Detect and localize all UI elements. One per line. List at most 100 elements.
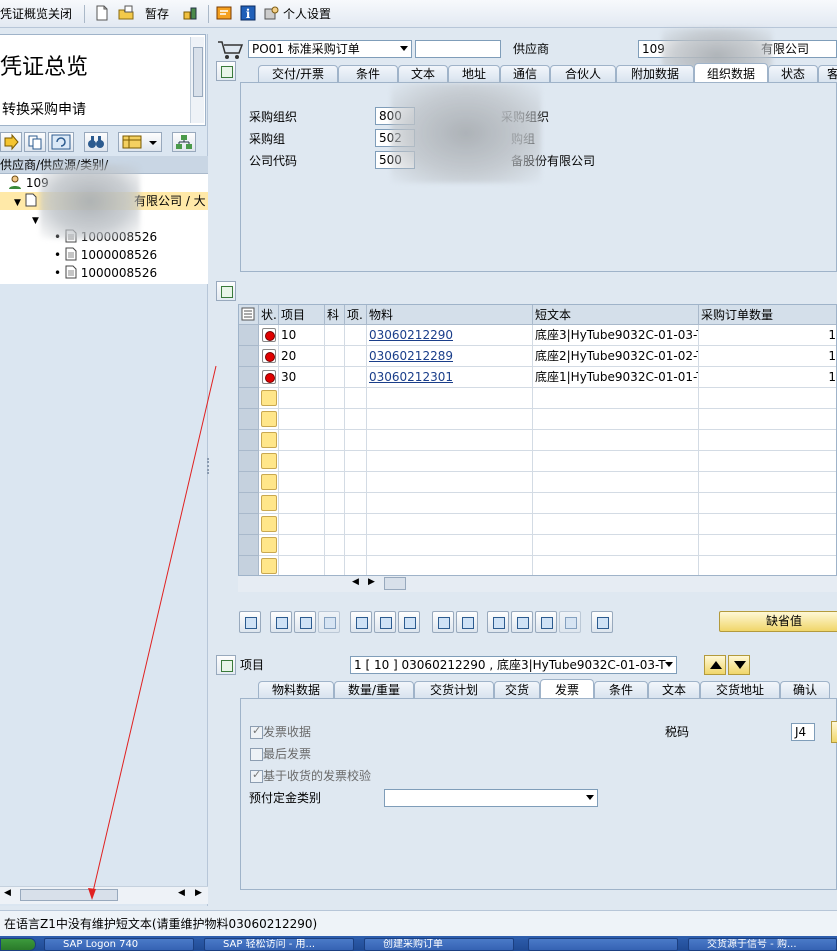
row-selector[interactable] <box>239 556 259 575</box>
overview-horizontal-scrollbar[interactable]: ◀ ◀ ▶ <box>0 886 208 904</box>
cat-cell[interactable] <box>345 388 367 409</box>
filter-delete-button[interactable] <box>559 611 581 633</box>
item-cell[interactable] <box>279 388 325 409</box>
sort-asc-button[interactable] <box>487 611 509 633</box>
cat-cell[interactable] <box>345 493 367 514</box>
qty-cell[interactable]: 1 <box>699 325 836 346</box>
col-header-material[interactable]: 物料 <box>367 305 533 325</box>
grid-horizontal-scrollbar[interactable]: ◀ ▶ <box>238 576 837 592</box>
scroll-left-icon[interactable]: ◀ <box>352 577 359 587</box>
short-text-cell[interactable] <box>533 556 699 575</box>
lock-button[interactable] <box>374 611 396 633</box>
select-all-button[interactable] <box>270 611 292 633</box>
status-cell[interactable] <box>259 451 279 472</box>
material-cell[interactable]: 03060212289 <box>367 346 533 367</box>
tax-code-input[interactable]: J4 <box>791 723 815 741</box>
acct-cell[interactable] <box>325 388 345 409</box>
grid-select-all[interactable] <box>239 305 259 325</box>
tab-customer[interactable]: 客 <box>818 65 837 83</box>
item-cell[interactable] <box>279 451 325 472</box>
material-cell[interactable] <box>367 409 533 430</box>
status-cell[interactable] <box>259 346 279 367</box>
tree-node-category[interactable]: ▼ <box>32 210 39 228</box>
cat-cell[interactable] <box>345 472 367 493</box>
item-cell[interactable] <box>279 556 325 575</box>
layout-dropdown-button[interactable] <box>118 132 162 152</box>
material-cell[interactable]: 03060212301 <box>367 367 533 388</box>
row-selector[interactable] <box>239 388 259 409</box>
item-cell[interactable]: 30 <box>279 367 325 388</box>
item-select[interactable]: 1 [ 10 ] 03060212290 , 底座3|HyTube9032C-0… <box>350 656 677 674</box>
final-invoice-checkbox[interactable] <box>250 748 263 761</box>
expand-item-detail-button[interactable] <box>216 655 236 675</box>
new-document-icon[interactable] <box>94 5 110 21</box>
short-text-cell[interactable] <box>533 451 699 472</box>
next-item-button[interactable] <box>728 655 750 675</box>
hold-button[interactable]: 暂存 <box>145 5 169 23</box>
acct-cell[interactable] <box>325 556 345 575</box>
row-selector[interactable] <box>239 346 259 367</box>
acct-cell[interactable] <box>325 346 345 367</box>
acct-cell[interactable] <box>325 472 345 493</box>
status-cell[interactable] <box>259 409 279 430</box>
qty-cell[interactable] <box>699 535 836 556</box>
item-cell[interactable] <box>279 472 325 493</box>
tab-confirmations[interactable]: 确认 <box>780 681 830 699</box>
acct-cell[interactable] <box>325 430 345 451</box>
default-values-button[interactable]: 缺省值 <box>719 611 837 632</box>
deselect-button[interactable] <box>318 611 340 633</box>
select-layout-button[interactable] <box>0 132 22 152</box>
acct-cell[interactable] <box>325 325 345 346</box>
status-cell[interactable] <box>259 388 279 409</box>
other-document-icon[interactable] <box>182 5 198 21</box>
task-create-po[interactable]: 创建采购订单 <box>364 938 514 951</box>
row-selector[interactable] <box>239 367 259 388</box>
tab-communication[interactable]: 通信 <box>500 65 550 83</box>
acct-cell[interactable] <box>325 451 345 472</box>
acct-cell[interactable] <box>325 367 345 388</box>
cat-cell[interactable] <box>345 451 367 472</box>
doc-type-select[interactable]: PO01 标准采购订单 <box>248 40 412 58</box>
paste-item-button[interactable] <box>456 611 478 633</box>
item-cell[interactable]: 20 <box>279 346 325 367</box>
row-selector[interactable] <box>239 535 259 556</box>
status-cell[interactable] <box>259 493 279 514</box>
acct-cell[interactable] <box>325 514 345 535</box>
material-cell[interactable] <box>367 556 533 575</box>
item-cell[interactable] <box>279 493 325 514</box>
scroll-right-icon[interactable]: ▶ <box>195 888 202 898</box>
scroll-thumb[interactable] <box>193 47 203 97</box>
col-header-qty[interactable]: 采购订单数量 <box>699 305 836 325</box>
col-header-item[interactable]: 项目 <box>279 305 325 325</box>
previous-item-button[interactable] <box>704 655 726 675</box>
material-cell[interactable] <box>367 535 533 556</box>
item-cell[interactable] <box>279 535 325 556</box>
copy-button[interactable] <box>24 132 46 152</box>
personal-settings-icon[interactable] <box>264 5 280 21</box>
collapse-arrow-icon[interactable]: ▼ <box>14 198 21 208</box>
tab-texts[interactable]: 文本 <box>398 65 448 83</box>
start-button[interactable] <box>0 938 36 951</box>
task-unknown[interactable] <box>528 938 678 951</box>
copy-item-button[interactable] <box>432 611 454 633</box>
qty-cell[interactable] <box>699 451 836 472</box>
filter-button[interactable] <box>535 611 557 633</box>
acct-cell[interactable] <box>325 409 345 430</box>
cat-cell[interactable] <box>345 556 367 575</box>
material-cell[interactable] <box>367 430 533 451</box>
short-text-cell[interactable] <box>533 535 699 556</box>
tree-node-vendor-name[interactable]: ▼ 有限公司 / 大 <box>14 192 206 210</box>
inv-receipt-checkbox[interactable] <box>250 724 263 739</box>
tab-org-data[interactable]: 组织数据 <box>694 63 768 83</box>
short-text-cell[interactable] <box>533 409 699 430</box>
status-cell[interactable] <box>259 535 279 556</box>
status-cell[interactable] <box>259 367 279 388</box>
status-cell[interactable] <box>259 325 279 346</box>
po-number-input[interactable] <box>415 40 501 58</box>
tab-invoice[interactable]: 发票 <box>540 679 594 699</box>
material-cell[interactable] <box>367 493 533 514</box>
item-cell[interactable] <box>279 430 325 451</box>
select-block-button[interactable] <box>294 611 316 633</box>
cat-cell[interactable] <box>345 367 367 388</box>
cat-cell[interactable] <box>345 535 367 556</box>
